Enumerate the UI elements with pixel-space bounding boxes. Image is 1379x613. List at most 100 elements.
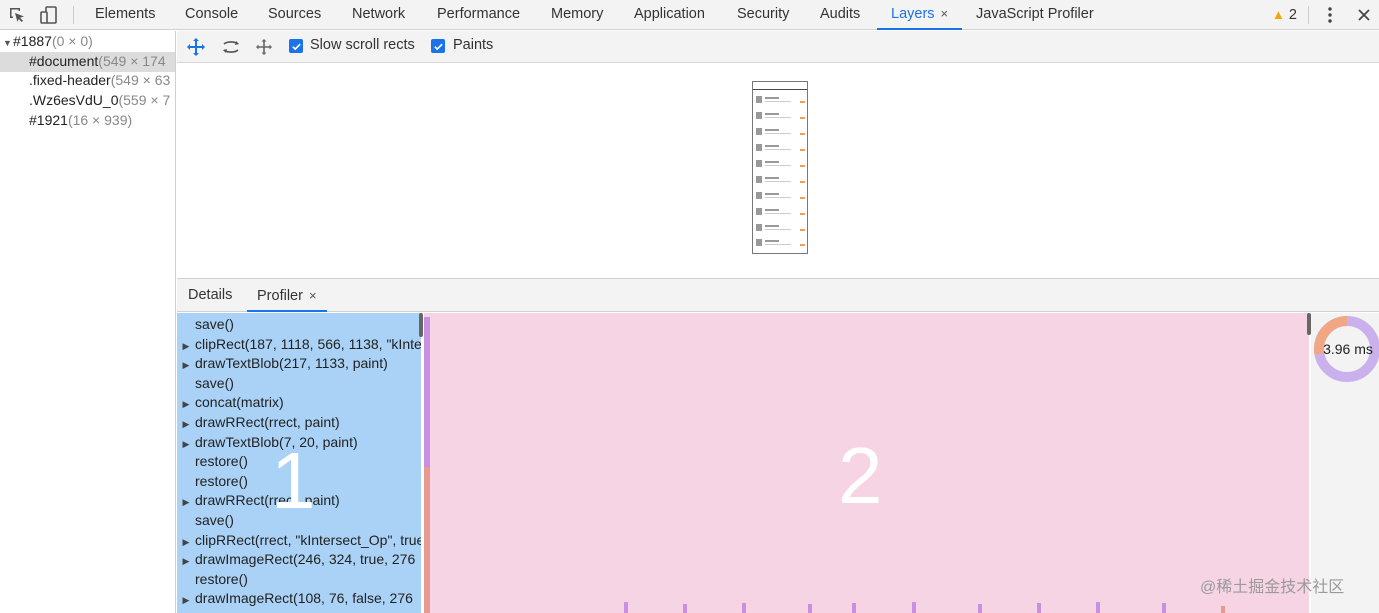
profiler-pie-panel <box>1311 313 1379 613</box>
layer-tree-item[interactable]: #1921(16 × 939) <box>0 111 175 131</box>
layer-size: (559 × 7 <box>118 92 171 108</box>
warnings-counter[interactable]: ▲ 2 <box>1272 0 1297 30</box>
tab-profiler-close-icon[interactable]: × <box>309 288 317 303</box>
paints-checkbox[interactable] <box>431 39 445 53</box>
tab-security[interactable]: Security <box>737 0 789 30</box>
command-log-scrollbar[interactable] <box>419 313 423 337</box>
command-item[interactable]: ▶ concat(matrix) <box>177 393 421 413</box>
tab-performance[interactable]: Performance <box>437 0 520 30</box>
timeline-bar <box>1096 602 1100 613</box>
warning-icon: ▲ <box>1272 7 1285 22</box>
command-text: concat(matrix) <box>195 394 284 411</box>
device-toolbar-icon[interactable] <box>36 0 62 30</box>
tab-sources[interactable]: Sources <box>268 0 321 30</box>
region-2-annotation: 2 <box>838 431 883 520</box>
layer-size: (0 × 0) <box>51 33 93 49</box>
layer-size: (549 × 63 <box>110 72 171 88</box>
expand-arrow-icon[interactable]: ▶ <box>177 415 195 433</box>
tab-javascript-profiler[interactable]: JavaScript Profiler <box>976 0 1094 30</box>
tab-elements[interactable]: Elements <box>95 0 155 30</box>
thumbnail-row <box>756 128 806 140</box>
thumbnail-row <box>756 208 806 220</box>
close-devtools-icon[interactable] <box>1352 0 1376 30</box>
tab-network[interactable]: Network <box>352 0 405 30</box>
expand-arrow-icon[interactable]: ▶ <box>177 552 195 570</box>
pan-mode-icon[interactable] <box>185 36 207 58</box>
thumbnail-row <box>756 192 806 204</box>
layers-toolbar: Slow scroll rects Paints <box>177 31 1379 63</box>
tab-memory[interactable]: Memory <box>551 0 603 30</box>
command-text: restore() <box>195 472 248 489</box>
thumbnail-row <box>756 224 806 236</box>
expand-arrow-icon[interactable]: ▶ <box>177 356 195 374</box>
expand-arrow-icon[interactable]: ▶ <box>177 493 195 511</box>
timeline-bar <box>624 602 628 613</box>
layer-name: .Wz6esVdU_0 <box>29 92 119 108</box>
layer-name: .fixed-header <box>29 72 111 88</box>
tab-layers-label: Layers <box>891 6 935 22</box>
page-header-layer <box>753 82 807 90</box>
command-text: drawTextBlob(217, 1133, paint) <box>195 355 388 372</box>
command-text: clipRect(187, 1118, 566, 1138, "kInterse… <box>195 335 421 352</box>
expand-arrow-icon[interactable]: ▶ <box>177 435 195 453</box>
command-item[interactable]: ▶clipRect(187, 1118, 566, 1138, "kInters… <box>177 335 421 355</box>
command-text: restore() <box>195 453 248 470</box>
command-item[interactable]: ▶ clipRRect(rrect, "kIntersect_Op", true) <box>177 531 421 551</box>
expand-arrow-icon[interactable]: ▼ <box>3 34 13 54</box>
slow-scroll-rects-checkbox[interactable] <box>289 39 303 53</box>
expand-arrow-icon[interactable]: ▶ <box>177 395 195 413</box>
tab-details[interactable]: Details <box>178 279 242 312</box>
layer-tree-item[interactable]: .fixed-header(549 × 63 <box>0 71 175 91</box>
command-item[interactable]: save() <box>177 315 421 335</box>
layer-name: #1887 <box>13 33 52 49</box>
command-text: restore() <box>195 570 248 587</box>
tab-console[interactable]: Console <box>185 0 238 30</box>
expand-arrow-icon[interactable]: ▶ <box>177 337 195 355</box>
command-item[interactable]: restore() <box>177 570 421 590</box>
tab-application[interactable]: Application <box>634 0 705 30</box>
toolbar-divider <box>1308 6 1309 24</box>
tab-layers-close-icon[interactable]: × <box>941 6 949 21</box>
timeline-bar <box>1162 603 1166 613</box>
command-text: save() <box>195 316 234 332</box>
paints-label[interactable]: Paints <box>453 37 493 53</box>
layer-tree-item[interactable]: #document(549 × 174 <box>0 52 175 72</box>
watermark: @稀土掘金技术社区 <box>1200 579 1345 596</box>
expand-arrow-icon[interactable]: ▶ <box>177 591 195 609</box>
slow-scroll-rects-label[interactable]: Slow scroll rects <box>310 37 415 53</box>
command-item[interactable]: ▶ drawImageRect(108, 76, false, 276 <box>177 589 421 609</box>
total-time-label: 3.96 ms <box>1323 341 1373 357</box>
rotate-mode-icon[interactable] <box>220 36 242 58</box>
warning-count: 2 <box>1288 7 1297 23</box>
layer-name: #1921 <box>29 112 68 128</box>
layer-tree-root[interactable]: ▼#1887(0 × 0) <box>0 32 175 54</box>
reset-transform-icon[interactable] <box>253 36 275 58</box>
inspect-element-icon[interactable] <box>4 0 30 30</box>
layer-details-tabs: Details Profiler × <box>177 278 1379 312</box>
command-text: drawImageRect(108, 76, false, 276 <box>195 590 413 607</box>
command-text: save() <box>195 512 234 528</box>
command-item[interactable]: ▶ drawRRect(rrect, paint) <box>177 413 421 433</box>
timeline-bar <box>852 603 856 613</box>
timeline-bar <box>742 603 746 613</box>
expand-arrow-icon[interactable]: ▶ <box>177 533 195 551</box>
timeline-bar <box>1221 606 1225 613</box>
thumbnail-row <box>756 144 806 156</box>
layers-viewport[interactable] <box>177 64 1379 278</box>
page-layer-thumbnail[interactable] <box>752 81 808 254</box>
tab-audits[interactable]: Audits <box>820 0 860 30</box>
layer-tree: ▼#1887(0 × 0) #document(549 × 174 .fixed… <box>0 31 176 613</box>
tab-layers[interactable]: Layers × <box>877 0 963 30</box>
thumbnail-row <box>756 96 806 108</box>
command-item[interactable]: save() <box>177 374 421 394</box>
timeline-bar <box>424 317 430 467</box>
more-options-icon[interactable] <box>1320 0 1340 30</box>
timeline-bar <box>808 604 812 613</box>
command-item[interactable]: ▶ drawTextBlob(217, 1133, paint) <box>177 354 421 374</box>
toolbar-divider <box>73 6 74 24</box>
layer-size: (549 × 174 <box>98 53 166 69</box>
layer-tree-item[interactable]: .Wz6esVdU_0(559 × 7 <box>0 91 175 111</box>
command-item[interactable]: ▶ drawImageRect(246, 324, true, 276 <box>177 550 421 570</box>
tab-profiler[interactable]: Profiler × <box>247 279 327 312</box>
command-text: drawRRect(rrect, paint) <box>195 414 340 430</box>
